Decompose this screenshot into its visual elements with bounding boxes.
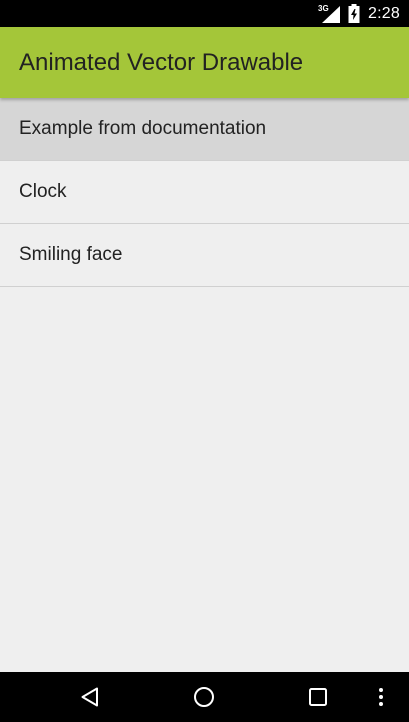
status-time: 2:28 (368, 4, 400, 22)
list-item-smiling-face[interactable]: Smiling face (0, 224, 409, 287)
overflow-menu-icon (379, 688, 383, 706)
navigation-bar (0, 672, 409, 722)
screen: 3G 2:28 Animated Vector Drawable Example… (0, 0, 409, 722)
back-icon (81, 687, 98, 707)
list-item-label: Clock (19, 181, 67, 202)
signal-icon: 3G (318, 4, 341, 24)
example-list: Example from documentation Clock Smiling… (0, 98, 409, 287)
status-bar: 3G 2:28 (0, 0, 409, 27)
back-button[interactable] (60, 672, 120, 722)
battery-icon (348, 4, 360, 23)
overflow-menu-button[interactable] (356, 672, 406, 722)
list-item-label: Smiling face (19, 244, 123, 265)
recents-icon (309, 688, 327, 706)
status-icons: 3G 2:28 (318, 0, 400, 27)
recents-button[interactable] (288, 672, 348, 722)
list-item-clock[interactable]: Clock (0, 161, 409, 224)
app-bar: Animated Vector Drawable (0, 27, 409, 98)
list-item-label: Example from documentation (19, 118, 267, 139)
app-title: Animated Vector Drawable (19, 49, 304, 76)
home-icon (194, 687, 214, 707)
list-item-example-from-documentation[interactable]: Example from documentation (0, 98, 409, 161)
home-button[interactable] (174, 672, 234, 722)
